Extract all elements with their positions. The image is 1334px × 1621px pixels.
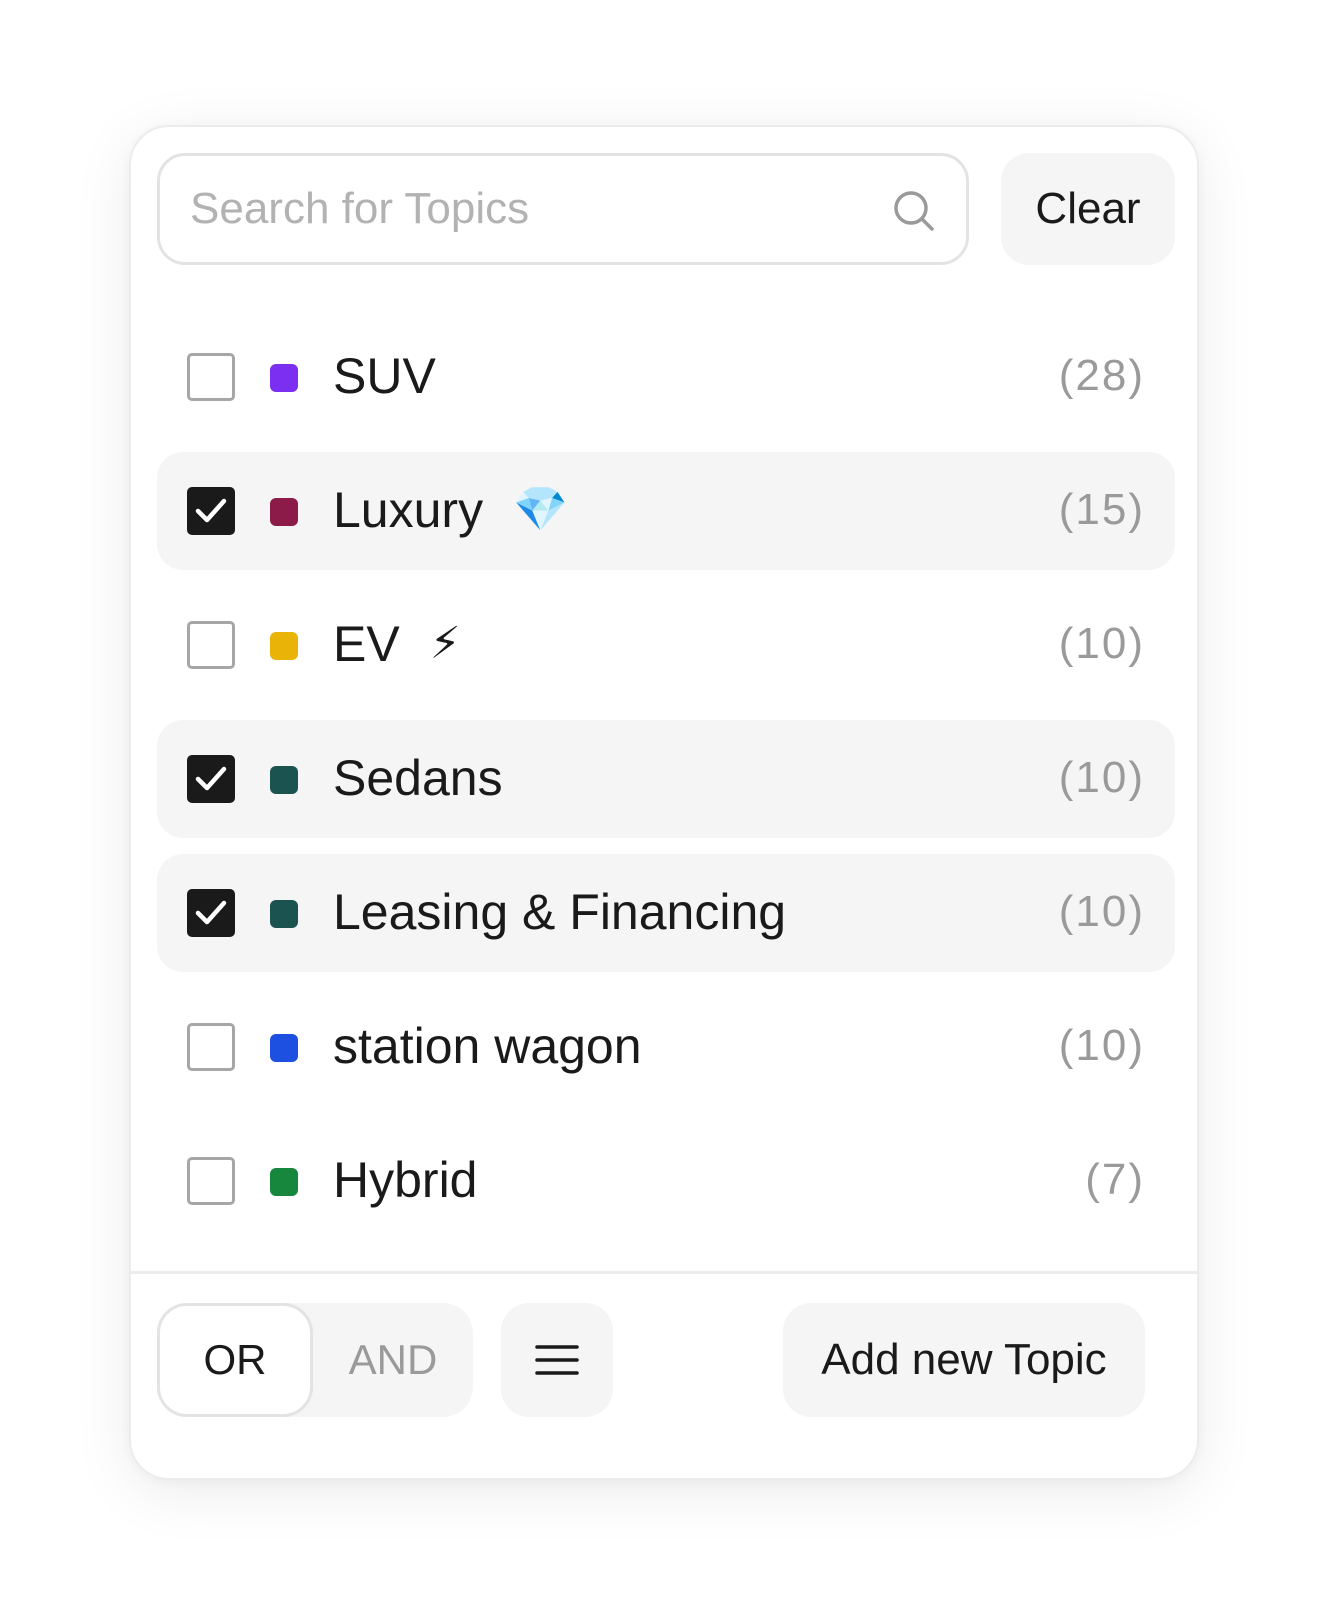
add-new-topic-button[interactable]: Add new Topic: [783, 1303, 1145, 1417]
topic-row-ev[interactable]: EV ⚡ (10): [157, 586, 1175, 704]
topic-count: (10): [1058, 1021, 1145, 1070]
topic-label-text: Sedans: [333, 750, 503, 806]
search-icon[interactable]: [892, 189, 936, 233]
topic-count: (7): [1085, 1155, 1145, 1204]
topic-color-swatch: [270, 364, 298, 392]
footer-divider: [131, 1271, 1197, 1274]
checkmark-icon: [195, 900, 227, 925]
topic-row-sedans[interactable]: Sedans (10): [157, 720, 1175, 838]
topic-label: Sedans: [333, 748, 503, 808]
topic-label-text: Luxury: [333, 482, 484, 538]
topic-row-station-wagon[interactable]: station wagon (10): [157, 988, 1175, 1106]
topic-label: Luxury 💎: [333, 480, 568, 540]
topic-label-text: Hybrid: [333, 1152, 478, 1208]
checkmark-icon: [195, 766, 227, 791]
topic-label: SUV: [333, 346, 436, 406]
topic-count: (10): [1058, 753, 1145, 802]
topic-row-leasing-financing[interactable]: Leasing & Financing (10): [157, 854, 1175, 972]
topic-color-swatch: [270, 632, 298, 660]
topic-row-luxury[interactable]: Luxury 💎 (15): [157, 452, 1175, 570]
topic-list: SUV (28) Luxury 💎 (15) EV ⚡ (10) Sedans …: [157, 318, 1175, 1256]
topic-color-swatch: [270, 900, 298, 928]
topic-label: Leasing & Financing: [333, 882, 786, 942]
checkmark-icon: [195, 498, 227, 523]
topic-label: EV ⚡: [333, 614, 461, 674]
topic-checkbox[interactable]: [187, 755, 235, 803]
topic-label-text: EV: [333, 616, 400, 672]
mode-or-button[interactable]: OR: [157, 1303, 313, 1417]
hamburger-menu-icon: [535, 1345, 579, 1375]
topic-color-swatch: [270, 1034, 298, 1062]
gem-icon: 💎: [513, 485, 568, 534]
topic-color-swatch: [270, 766, 298, 794]
topic-label-text: station wagon: [333, 1018, 642, 1074]
topic-checkbox[interactable]: [187, 621, 235, 669]
topic-checkbox[interactable]: [187, 353, 235, 401]
topic-row-hybrid[interactable]: Hybrid (7): [157, 1122, 1175, 1240]
topic-checkbox[interactable]: [187, 487, 235, 535]
topic-row-suv[interactable]: SUV (28): [157, 318, 1175, 436]
topic-label-text: SUV: [333, 348, 436, 404]
search-box[interactable]: [157, 153, 969, 265]
topic-label-text: Leasing & Financing: [333, 884, 787, 940]
topic-count: (28): [1058, 351, 1145, 400]
topic-checkbox[interactable]: [187, 1157, 235, 1205]
topic-label: Hybrid: [333, 1150, 477, 1210]
match-mode-toggle: OR AND: [157, 1303, 473, 1417]
topic-label: station wagon: [333, 1016, 642, 1076]
topic-count: (10): [1058, 887, 1145, 936]
topic-color-swatch: [270, 498, 298, 526]
topic-checkbox[interactable]: [187, 1023, 235, 1071]
topic-count: (10): [1058, 619, 1145, 668]
lightning-icon: ⚡: [429, 619, 461, 668]
topic-checkbox[interactable]: [187, 889, 235, 937]
mode-and-button[interactable]: AND: [313, 1303, 473, 1417]
search-input[interactable]: [190, 156, 870, 262]
topic-filter-panel: Clear SUV (28) Luxury 💎 (15) EV: [129, 125, 1199, 1480]
topic-color-swatch: [270, 1168, 298, 1196]
clear-button[interactable]: Clear: [1001, 153, 1175, 265]
menu-button[interactable]: [501, 1303, 613, 1417]
topic-count: (15): [1058, 485, 1145, 534]
